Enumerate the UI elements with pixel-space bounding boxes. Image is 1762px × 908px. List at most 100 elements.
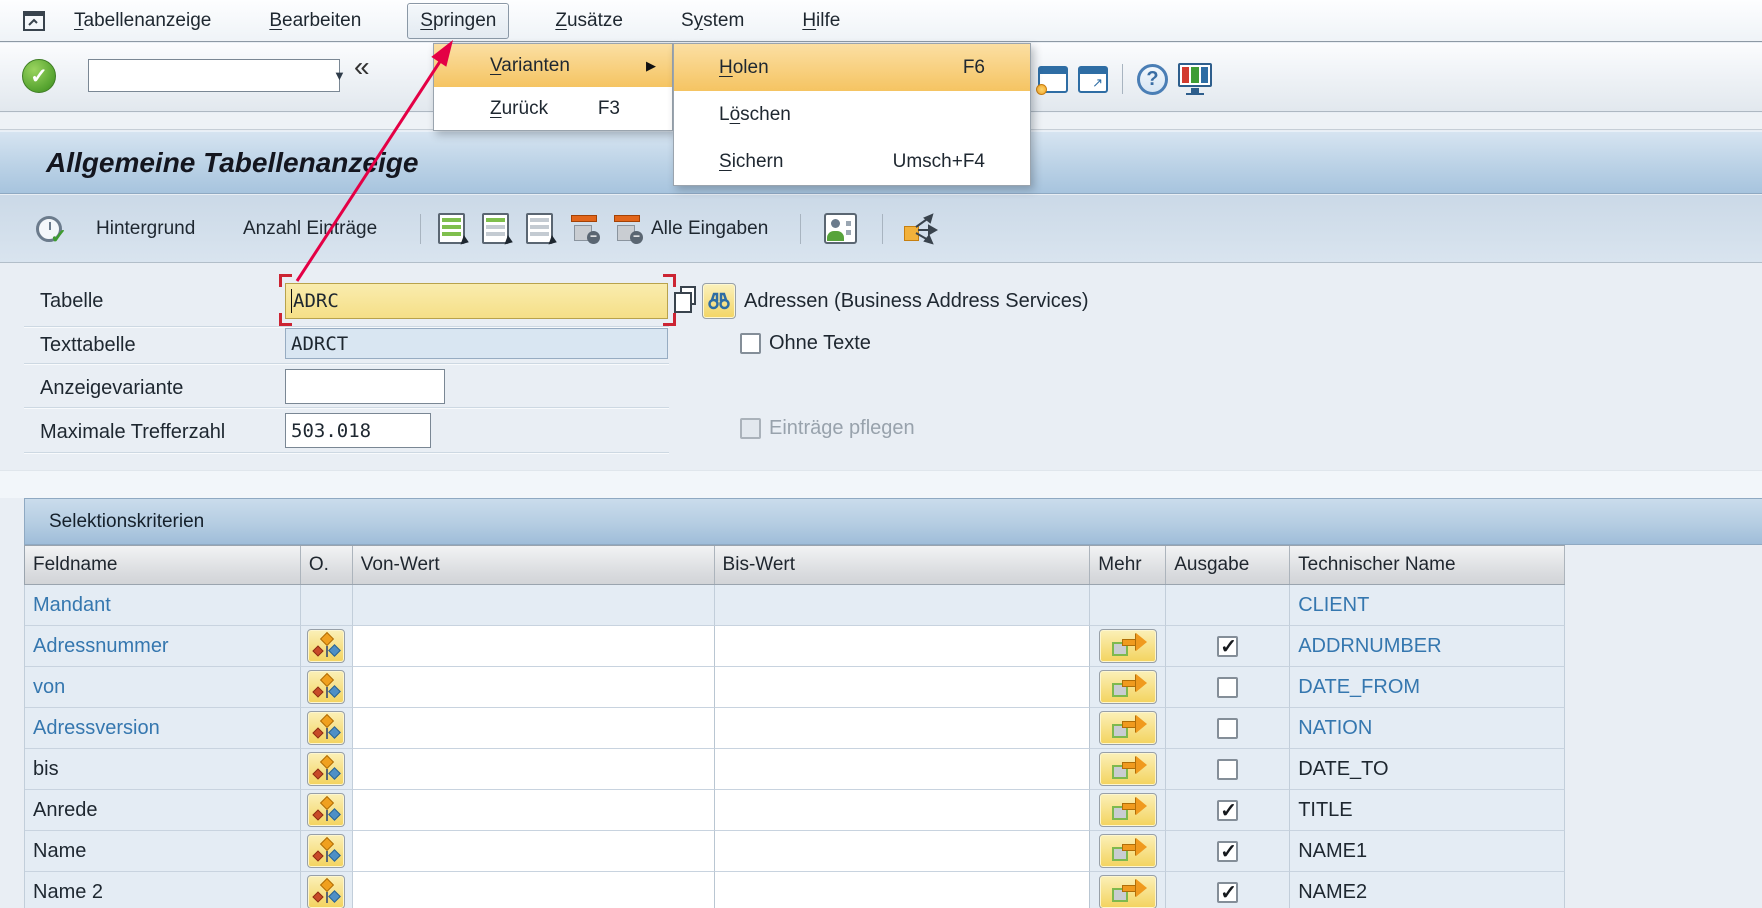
submenu-entry-sichern[interactable]: SichernUmsch+F4 xyxy=(674,138,1030,185)
multiple-selection-button[interactable] xyxy=(1099,834,1157,868)
bis-wert-input[interactable] xyxy=(715,790,1091,831)
menu-entry-zurck[interactable]: ZurückF3 xyxy=(434,87,672,130)
selection-options-button[interactable] xyxy=(307,670,345,704)
form-row-divider xyxy=(24,363,669,364)
section-gap xyxy=(0,470,1762,498)
deselect-icon[interactable] xyxy=(526,213,553,244)
select-block-icon[interactable] xyxy=(482,213,509,244)
technischer-name-label: DATE_FROM xyxy=(1298,676,1420,699)
max-trefferzahl-input[interactable]: 503.018 xyxy=(285,413,431,448)
menu-entry-varianten[interactable]: Varianten▶ xyxy=(434,44,672,87)
delete-all-icon[interactable]: − xyxy=(613,214,643,244)
selection-options-button[interactable] xyxy=(307,711,345,745)
customize-layout-icon[interactable] xyxy=(1178,63,1212,95)
max-trefferzahl-label: Maximale Trefferzahl xyxy=(40,421,225,444)
ausgabe-checkbox[interactable] xyxy=(1217,841,1238,862)
command-input[interactable] xyxy=(89,60,333,91)
anzeigevariante-label: Anzeigevariante xyxy=(40,377,183,400)
menu-item-hilfe[interactable]: Hilfe xyxy=(790,4,852,38)
submenu-entry-lschen[interactable]: Löschen xyxy=(674,91,1030,138)
new-session-icon[interactable] xyxy=(1038,66,1068,93)
column-header-feldname: Feldname xyxy=(25,546,301,584)
help-icon[interactable]: ? xyxy=(1137,64,1168,95)
ausgabe-checkbox[interactable] xyxy=(1217,718,1238,739)
ausgabe-checkbox[interactable] xyxy=(1217,800,1238,821)
von-wert-input[interactable] xyxy=(353,749,715,790)
matchcode-icon[interactable] xyxy=(680,286,696,305)
collapse-toolbar-button[interactable]: « xyxy=(354,51,370,83)
bis-wert-input[interactable] xyxy=(715,626,1091,667)
feldname-label: Anrede xyxy=(33,799,98,822)
menu-item-bearbeiten[interactable]: Bearbeiten xyxy=(257,4,373,38)
menu-item-zustze[interactable]: Zusätze xyxy=(543,4,635,38)
bis-wert-input[interactable] xyxy=(715,667,1091,708)
menu-entry-shortcut: F3 xyxy=(598,98,620,120)
anzeigevariante-input[interactable] xyxy=(285,369,445,404)
feldname-label: Mandant xyxy=(33,594,111,617)
ausgabe-checkbox[interactable] xyxy=(1217,636,1238,657)
feldname-label: Name xyxy=(33,840,86,863)
selection-options-button[interactable] xyxy=(307,793,345,827)
table-row-client: MandantCLIENT xyxy=(24,585,1565,626)
column-header-mehr: Mehr xyxy=(1090,546,1166,584)
submenu-entry-holen[interactable]: HolenF6 xyxy=(674,44,1030,91)
menu-item-springen[interactable]: Springen xyxy=(407,3,509,39)
feldname-label: von xyxy=(33,676,65,699)
toolbar-right-icons: ↗ ? xyxy=(1038,63,1212,95)
varianten-submenu-panel: HolenF6LöschenSichernUmsch+F4 xyxy=(673,43,1031,186)
execute-icon[interactable] xyxy=(36,216,62,242)
user-parameters-icon[interactable] xyxy=(824,213,857,244)
multiple-selection-button[interactable] xyxy=(1099,711,1157,745)
select-all-inputs-icon[interactable] xyxy=(438,213,465,244)
anzahl-eintraege-button[interactable]: Anzahl Einträge xyxy=(243,195,377,262)
selection-options-button[interactable] xyxy=(307,875,345,908)
menu-item-tabellenanzeige[interactable]: Tabellenanzeige xyxy=(62,4,223,38)
menu-item-system[interactable]: System xyxy=(669,4,756,38)
ohne-texte-checkbox[interactable] xyxy=(740,333,761,354)
transaction-icon[interactable] xyxy=(22,9,48,33)
bis-wert-input[interactable] xyxy=(715,749,1091,790)
von-wert-input[interactable] xyxy=(353,872,715,908)
von-wert-input[interactable] xyxy=(353,626,715,667)
eintraege-pflegen-row: Einträge pflegen xyxy=(740,417,915,440)
alle-eingaben-button[interactable]: Alle Eingaben xyxy=(651,195,768,262)
technischer-name-label: ADDRNUMBER xyxy=(1298,635,1441,658)
tabelle-input[interactable]: ADRC xyxy=(285,283,668,319)
ausgabe-checkbox[interactable] xyxy=(1217,677,1238,698)
multiple-selection-button[interactable] xyxy=(1099,875,1157,908)
table-row-name1: Name NAME1 xyxy=(24,831,1565,872)
sap-gui-window: Tabellenanzeige Bearbeiten Springen Zusätze… xyxy=(0,0,1762,908)
command-dropdown-icon[interactable]: ▼ xyxy=(333,68,346,83)
bis-wert-input[interactable] xyxy=(715,708,1091,749)
selection-options-button[interactable] xyxy=(307,834,345,868)
menu-entry-shortcut: F6 xyxy=(963,57,985,79)
column-header-vonwert: Von-Wert xyxy=(353,546,715,584)
menu-entry-shortcut: Umsch+F4 xyxy=(893,151,985,173)
selection-options-button[interactable] xyxy=(307,752,345,786)
technischer-name-label: NAME1 xyxy=(1298,840,1367,863)
selection-table: FeldnameO.Von-WertBis-WertMehrAusgabeTec… xyxy=(24,545,1565,908)
hintergrund-button[interactable]: Hintergrund xyxy=(96,195,195,262)
submenu-arrow-icon: ▶ xyxy=(646,58,656,74)
delete-selection-icon[interactable]: − xyxy=(570,214,600,244)
multiple-selection-button[interactable] xyxy=(1099,670,1157,704)
enter-check-icon[interactable]: ✓ xyxy=(22,59,56,93)
von-wert-input[interactable] xyxy=(353,708,715,749)
ausgabe-checkbox[interactable] xyxy=(1217,882,1238,903)
von-wert-input[interactable] xyxy=(353,667,715,708)
table-contents-button[interactable] xyxy=(702,283,736,319)
command-field-wrap: ▼ xyxy=(88,59,340,92)
multiple-selection-button[interactable] xyxy=(1099,629,1157,663)
selection-section-title: Selektionskriterien xyxy=(49,511,204,533)
create-shortcut-icon[interactable]: ↗ xyxy=(1078,66,1108,93)
export-icon[interactable] xyxy=(902,213,938,245)
table-row-addrnumber: AdressnummerADDRNUMBER xyxy=(24,626,1565,667)
von-wert-input[interactable] xyxy=(353,790,715,831)
selection-options-button[interactable] xyxy=(307,629,345,663)
bis-wert-input[interactable] xyxy=(715,831,1091,872)
multiple-selection-button[interactable] xyxy=(1099,752,1157,786)
von-wert-input[interactable] xyxy=(353,831,715,872)
bis-wert-input[interactable] xyxy=(715,872,1091,908)
ausgabe-checkbox[interactable] xyxy=(1217,759,1238,780)
multiple-selection-button[interactable] xyxy=(1099,793,1157,827)
